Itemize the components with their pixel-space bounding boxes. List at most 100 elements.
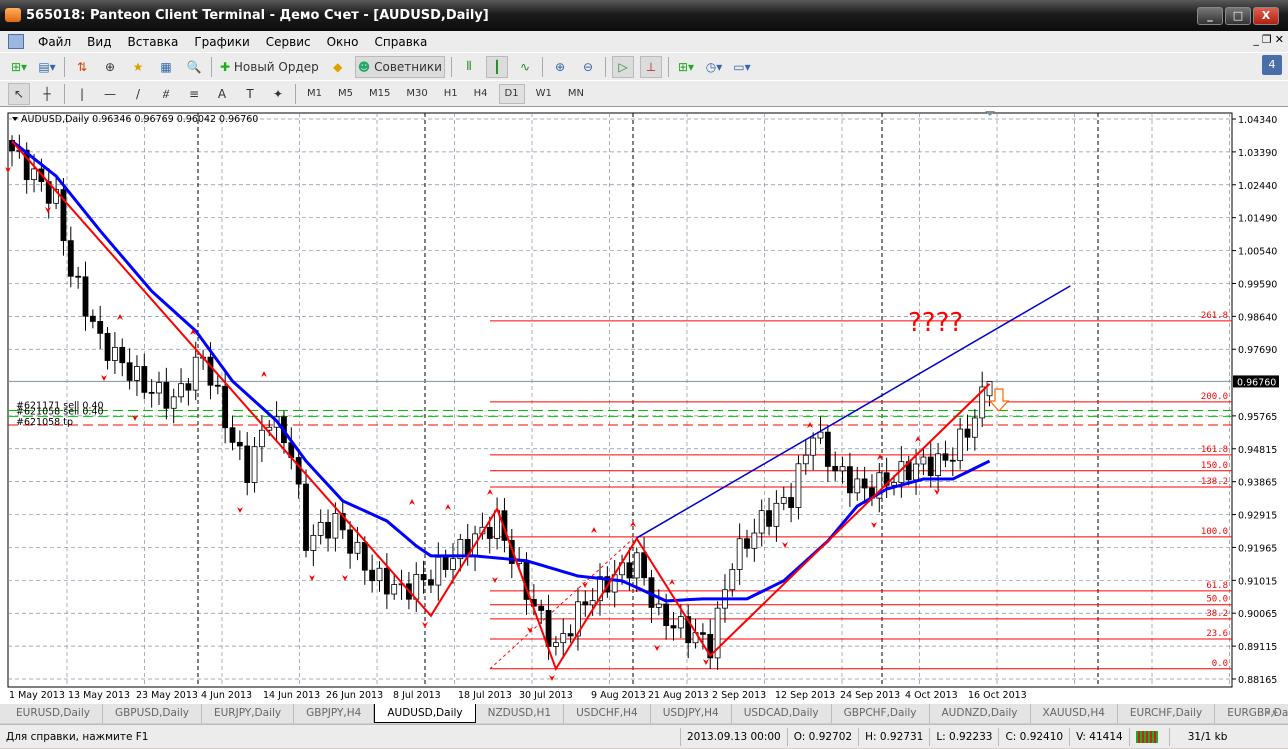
candle — [810, 437, 817, 456]
tab-gbpusd[interactable]: GBPUSD,Daily — [103, 704, 202, 723]
minimize-button[interactable]: _ — [1197, 7, 1223, 25]
tab-eurusd[interactable]: EURUSD,Daily — [4, 704, 103, 723]
notifications-badge[interactable]: 4 — [1262, 55, 1282, 75]
mdi-minimize-button[interactable]: _ — [1253, 33, 1259, 46]
periods-icon[interactable]: ◷▾ — [703, 56, 725, 78]
line-chart-icon[interactable]: ∿ — [514, 56, 536, 78]
close-button[interactable]: X — [1253, 7, 1279, 25]
maximize-button[interactable]: □ — [1225, 7, 1251, 25]
vertical-line-icon[interactable]: | — [71, 83, 93, 105]
tab-gbpchf[interactable]: GBPCHF,Daily — [832, 704, 930, 723]
menu-charts[interactable]: Графики — [186, 35, 257, 49]
chart-shift-icon[interactable]: ⊥ — [639, 55, 662, 78]
candle — [229, 427, 236, 443]
candle — [236, 441, 243, 447]
price-label: 0.88165 — [1238, 675, 1277, 686]
timeframe-mn[interactable]: MN — [563, 84, 589, 104]
date-label: 23 May 2013 — [136, 690, 198, 701]
candle — [758, 510, 765, 534]
timeframe-w1[interactable]: W1 — [531, 84, 557, 104]
menu-tools[interactable]: Сервис — [258, 35, 319, 49]
arrows-icon[interactable]: ✦ — [267, 83, 289, 105]
menu-insert[interactable]: Вставка — [119, 35, 186, 49]
chart-header: AUDUSD,Daily 0.96346 0.96769 0.96042 0.9… — [21, 114, 258, 125]
profiles-icon[interactable]: ▤▾ — [36, 56, 58, 78]
menu-view[interactable]: Вид — [79, 35, 119, 49]
candle — [450, 558, 456, 570]
candle — [486, 526, 493, 539]
current-price-label: 0.96760 — [1237, 377, 1276, 388]
tester-icon[interactable]: 🔍 — [183, 56, 205, 78]
fibonacci-icon[interactable]: ≡ — [183, 83, 205, 105]
tab-audnzd[interactable]: AUDNZD,Daily — [930, 704, 1031, 723]
price-label: 0.90065 — [1238, 609, 1277, 620]
indicators-icon[interactable]: ⊞▾ — [675, 56, 697, 78]
terminal-icon[interactable]: ▦ — [155, 56, 177, 78]
candle — [317, 521, 324, 536]
favorites-icon[interactable]: ★ — [127, 56, 149, 78]
candle — [538, 605, 545, 611]
text-label-icon[interactable]: T — [239, 83, 261, 105]
crosshair-icon[interactable]: ┼ — [36, 83, 58, 105]
tab-audusd[interactable]: AUDUSD,Daily — [374, 704, 476, 723]
tab-scroll-arrows[interactable]: ◂ ▸ — [1265, 704, 1278, 722]
candle — [347, 529, 354, 554]
candle — [251, 446, 258, 483]
timeframe-m30[interactable]: M30 — [401, 84, 432, 104]
horizontal-line-icon[interactable]: — — [99, 83, 121, 105]
candle — [736, 538, 743, 570]
equidistant-channel-icon[interactable]: ⧣ — [155, 83, 177, 105]
tab-usdchf[interactable]: USDCHF,H4 — [564, 704, 651, 723]
menu-help[interactable]: Справка — [367, 35, 436, 49]
zoom-out-icon[interactable]: ⊖ — [577, 56, 599, 78]
auto-scroll-icon[interactable]: ▷ — [611, 55, 634, 78]
candle — [148, 391, 155, 394]
timeframe-m15[interactable]: M15 — [364, 84, 395, 104]
cursor-icon[interactable]: ↖ — [8, 82, 30, 105]
tab-eurjpy[interactable]: EURJPY,Daily — [202, 704, 295, 723]
crosshair-navigator-icon[interactable]: ⊕ — [99, 56, 121, 78]
order-label: #621058 sell 0.40 — [16, 406, 104, 417]
tab-xauusd[interactable]: XAUUSD,H4 — [1031, 704, 1118, 723]
separator — [450, 56, 452, 77]
tab-gbpjpy[interactable]: GBPJPY,H4 — [294, 704, 375, 723]
price-label: 0.93865 — [1238, 478, 1277, 489]
experts-button[interactable]: ☻ Советники — [354, 55, 445, 78]
separator — [604, 56, 606, 77]
candle — [663, 603, 670, 627]
bar-chart-icon[interactable]: ⫴ — [458, 56, 480, 78]
timeframe-h4[interactable]: H4 — [469, 84, 493, 104]
warning-icon[interactable]: ◆ — [327, 56, 349, 78]
mdi-controls: _ ❐ ✕ — [1253, 33, 1284, 46]
tab-usdjpy[interactable]: USDJPY,H4 — [651, 704, 732, 723]
candle — [986, 381, 993, 397]
new-order-button[interactable]: ✚ Новый Ордер — [218, 56, 321, 78]
price-label: 0.98640 — [1238, 312, 1277, 323]
tab-eurchf[interactable]: EURCHF,Daily — [1118, 704, 1216, 723]
text-icon[interactable]: A — [211, 83, 233, 105]
zoom-in-icon[interactable]: ⊕ — [549, 56, 571, 78]
chart-window[interactable]: 1.04340 1.03390 1.02440 1.01490 1.00540 0.995… — [0, 106, 1288, 704]
separator — [295, 83, 296, 104]
tab-usdcad[interactable]: USDCAD,Daily — [732, 704, 832, 723]
timeframe-h1[interactable]: H1 — [439, 84, 463, 104]
templates-icon[interactable]: ▭▾ — [731, 56, 753, 78]
menu-file[interactable]: Файл — [30, 35, 79, 49]
trendline-icon[interactable]: / — [127, 83, 149, 105]
timeframe-m5[interactable]: M5 — [333, 84, 358, 104]
tab-nzdusd[interactable]: NZDUSD,H1 — [476, 704, 565, 723]
timeframe-d1[interactable]: D1 — [498, 83, 525, 104]
connection-icon[interactable] — [1128, 727, 1169, 746]
candlestick-icon[interactable]: ┃ — [485, 55, 508, 78]
timeframe-m1[interactable]: M1 — [302, 84, 327, 104]
market-watch-icon[interactable]: ⇅ — [71, 56, 93, 78]
new-chart-icon[interactable]: ⊞▾ — [8, 56, 30, 78]
fibo-label: 150.0 — [1201, 461, 1228, 471]
date-label: 2 Sep 2013 — [712, 690, 766, 701]
chart-canvas[interactable]: 1.04340 1.03390 1.02440 1.01490 1.00540 0.995… — [0, 107, 1288, 705]
menu-window[interactable]: Окно — [319, 35, 367, 49]
candle — [435, 556, 442, 586]
mdi-restore-button[interactable]: ❐ — [1262, 33, 1272, 46]
mdi-close-button[interactable]: ✕ — [1275, 33, 1284, 46]
candle — [156, 382, 162, 394]
